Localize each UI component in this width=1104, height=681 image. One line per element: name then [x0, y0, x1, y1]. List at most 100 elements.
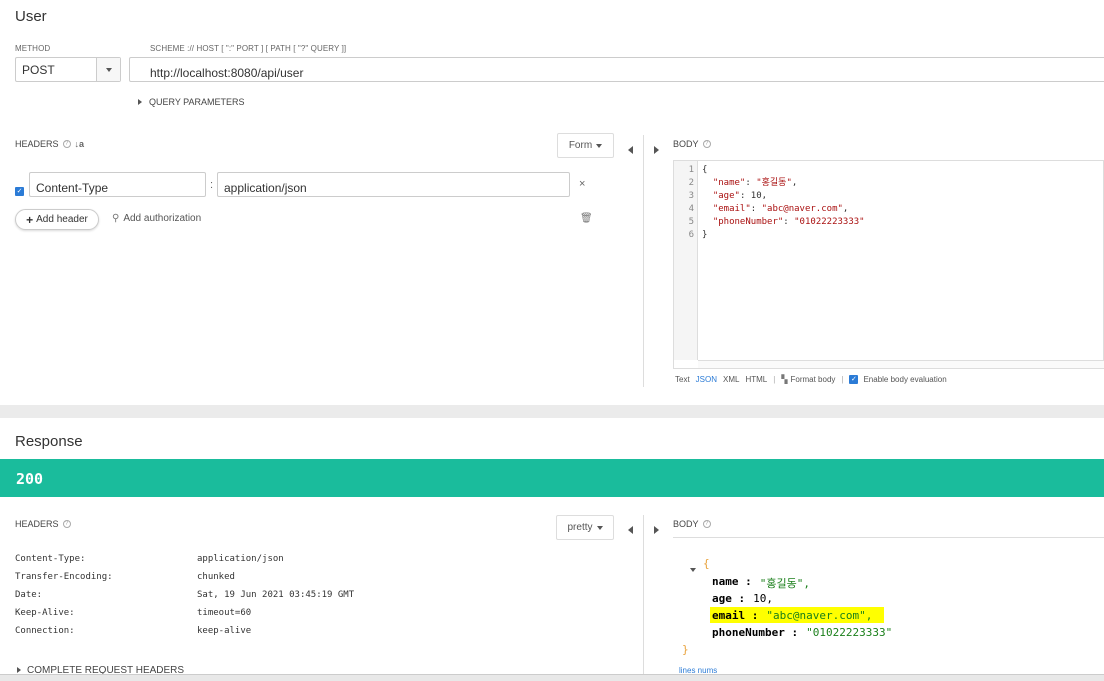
- trash-icon[interactable]: 🗑: [580, 213, 593, 224]
- json-close-brace: }: [682, 643, 689, 656]
- collapse-left-button[interactable]: [628, 141, 633, 159]
- close-icon[interactable]: ×: [579, 178, 585, 190]
- lines-nums-link[interactable]: lines nums: [679, 666, 717, 674]
- json-open-brace: {: [703, 557, 710, 570]
- header-row: Content-Type: application/json: [15, 554, 575, 572]
- body-divider: [673, 537, 1104, 538]
- json-row-age: age : 10,: [712, 592, 773, 605]
- separator: |: [773, 375, 776, 384]
- header-row-enabled-checkbox[interactable]: ✓: [15, 180, 24, 198]
- sort-icon[interactable]: ↓a: [75, 139, 85, 149]
- help-icon[interactable]: ?: [702, 520, 711, 528]
- json-row-email: email : "abc@naver.com",: [712, 609, 872, 622]
- header-name-input[interactable]: Content-Type: [29, 172, 206, 197]
- line-number: 6: [688, 230, 694, 240]
- arrow-left-icon: [628, 146, 633, 154]
- response-headers-mode-select[interactable]: pretty: [556, 515, 614, 540]
- add-authorization-button[interactable]: ⚲ Add authorization: [112, 213, 201, 224]
- header-separator: :: [210, 179, 214, 191]
- query-params-label: QUERY PARAMETERS: [149, 97, 245, 107]
- url-value: http://localhost:8080/api/user: [150, 66, 304, 80]
- method-dropdown-button[interactable]: [96, 58, 120, 81]
- bottom-scrollbar[interactable]: [0, 674, 1104, 681]
- check-icon: ✓: [15, 187, 24, 196]
- json-value: 10,: [753, 592, 773, 605]
- method-select[interactable]: POST: [15, 57, 121, 82]
- headers-mode-select[interactable]: Form: [557, 133, 614, 158]
- json-value: "홍길동",: [759, 577, 810, 590]
- chevron-down-icon: [690, 568, 696, 572]
- expand-icon: [17, 667, 21, 673]
- header-value-value: application/json: [224, 181, 307, 195]
- format-text-link[interactable]: Text: [675, 375, 690, 384]
- body-code[interactable]: { "name": "홍길동", "age": 10, "email": "ab…: [702, 164, 865, 242]
- header-value-input[interactable]: application/json: [217, 172, 570, 197]
- body-label: BODY: [673, 139, 699, 149]
- pane-divider[interactable]: [643, 135, 644, 387]
- json-key: name :: [712, 575, 752, 588]
- header-value: keep-alive: [197, 626, 252, 636]
- response-body-heading: BODY ?: [673, 519, 711, 529]
- request-title: User: [15, 8, 47, 25]
- add-header-button[interactable]: + Add header: [15, 209, 99, 230]
- format-xml-link[interactable]: XML: [723, 375, 739, 384]
- collapse-right-button[interactable]: [654, 141, 659, 159]
- format-body-button[interactable]: ▚ Format body: [781, 375, 835, 384]
- json-key: age :: [712, 592, 746, 605]
- chevron-down-icon: [596, 143, 603, 148]
- response-title: Response: [15, 433, 83, 450]
- header-row: Connection: keep-alive: [15, 626, 575, 644]
- chevron-down-icon: [105, 67, 112, 72]
- header-name: Keep-Alive:: [15, 608, 75, 618]
- enable-eval-toggle[interactable]: ✓ Enable body evaluation: [849, 375, 947, 384]
- response-headers-label: HEADERS: [15, 519, 59, 529]
- format-icon: ▚: [781, 375, 788, 384]
- body-editor[interactable]: 1 2 3 4 5 6 { "name": "홍길동", "age": 10, …: [673, 160, 1104, 369]
- json-row-phone: phoneNumber : "01022223333": [712, 626, 892, 639]
- plus-icon: +: [26, 212, 34, 227]
- help-icon[interactable]: ?: [62, 520, 71, 528]
- collapse-right-button[interactable]: [654, 521, 659, 539]
- json-value: "abc@naver.com",: [766, 609, 873, 622]
- separator: |: [841, 375, 844, 384]
- help-icon[interactable]: ?: [702, 140, 711, 148]
- request-panel: User METHOD SCHEME :// HOST [ ":" PORT ]…: [0, 0, 1104, 405]
- header-name: Transfer-Encoding:: [15, 572, 113, 582]
- header-name: Content-Type:: [15, 554, 86, 564]
- collapse-left-button[interactable]: [628, 521, 633, 539]
- line-number: 1: [688, 165, 694, 175]
- line-number: 5: [688, 217, 694, 227]
- pane-divider[interactable]: [643, 515, 644, 681]
- method-value: POST: [22, 63, 55, 77]
- header-value: timeout=60: [197, 608, 252, 618]
- json-key: email :: [712, 609, 759, 622]
- status-bar: 200: [0, 459, 1104, 497]
- header-value: Sat, 19 Jun 2021 03:45:19 GMT: [197, 590, 355, 600]
- key-icon: ⚲: [112, 213, 120, 224]
- url-input[interactable]: http://localhost:8080/api/user: [129, 57, 1104, 82]
- headers-mode-value: Form: [568, 140, 593, 151]
- url-label: SCHEME :// HOST [ ":" PORT ] [ PATH [ "?…: [150, 44, 347, 53]
- format-html-link[interactable]: HTML: [745, 375, 767, 384]
- header-value: chunked: [197, 572, 235, 582]
- body-format-bar: Text JSON XML HTML | ▚ Format body | ✓ E…: [675, 375, 947, 384]
- collapse-json-button[interactable]: [690, 559, 696, 577]
- horizontal-scrollbar[interactable]: [698, 360, 1104, 368]
- help-icon[interactable]: ?: [62, 140, 71, 148]
- add-header-label: Add header: [36, 214, 88, 225]
- headers-heading: HEADERS ? ↓a: [15, 139, 84, 149]
- query-params-toggle[interactable]: QUERY PARAMETERS: [138, 97, 245, 107]
- json-key: phoneNumber :: [712, 626, 799, 639]
- line-number-gutter: 1 2 3 4 5 6: [674, 161, 698, 360]
- header-name: Connection:: [15, 626, 75, 636]
- line-number: 2: [688, 178, 694, 188]
- response-body-label: BODY: [673, 519, 699, 529]
- check-icon: ✓: [849, 375, 859, 384]
- header-row: Date: Sat, 19 Jun 2021 03:45:19 GMT: [15, 590, 575, 608]
- header-value: application/json: [197, 554, 284, 564]
- arrow-left-icon: [628, 526, 633, 534]
- format-json-link[interactable]: JSON: [696, 375, 717, 384]
- header-row: Transfer-Encoding: chunked: [15, 572, 575, 590]
- chevron-down-icon: [596, 525, 603, 530]
- arrow-right-icon: [654, 526, 659, 534]
